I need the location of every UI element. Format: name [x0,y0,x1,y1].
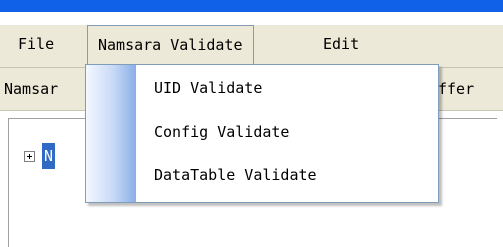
namsara-validate-dropdown: UID Validate Config Validate DataTable V… [85,64,439,203]
tree-expand-icon[interactable] [24,151,35,162]
toolbar-label-right: ffer [438,80,475,98]
menu-file[interactable]: File [18,25,54,63]
toolbar-label-left: Namsar [4,80,59,98]
menu-item-config-validate[interactable]: Config Validate [154,115,289,149]
menu-item-uid-validate[interactable]: UID Validate [154,71,262,105]
menu-edit[interactable]: Edit [323,25,359,63]
title-bar-strip [0,0,503,12]
tree-node-selected[interactable]: N [42,143,56,169]
menu-bar: File Namsara Validate Edit [0,25,503,68]
dropdown-icon-gutter [86,65,136,202]
menu-namsara-validate[interactable]: Namsara Validate [87,25,254,64]
menu-item-datatable-validate[interactable]: DataTable Validate [154,158,317,192]
